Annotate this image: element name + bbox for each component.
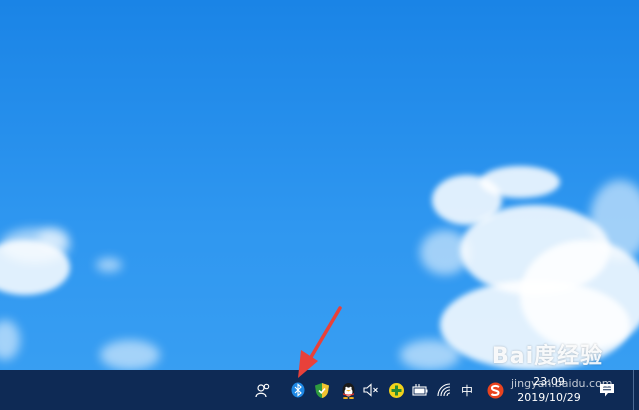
ime-label: 中 <box>460 383 473 398</box>
show-desktop-button[interactable] <box>633 370 639 410</box>
baidu-jingyan-watermark: Bai度经验 <box>492 344 604 369</box>
desktop-wallpaper <box>0 0 639 370</box>
clock-date: 2019/10/29 <box>517 391 581 404</box>
sogou-input-icon[interactable] <box>484 370 506 410</box>
baidu-jingyan-url: jingyan.baidu.com <box>511 377 613 390</box>
volume-muted-icon[interactable] <box>361 370 381 410</box>
security-shield-icon[interactable] <box>311 370 333 410</box>
network-plus-icon[interactable] <box>385 370 407 410</box>
taskbar-clock[interactable]: 23:09 2019/10/29 <box>506 370 592 410</box>
taskbar: 中 23:09 2019/10/29 <box>0 370 639 410</box>
people-icon[interactable] <box>252 370 274 410</box>
wifi-icon[interactable] <box>434 370 454 410</box>
qq-penguin-icon[interactable] <box>337 370 359 410</box>
action-center-icon[interactable] <box>596 370 618 410</box>
bluetooth-icon[interactable] <box>288 370 308 410</box>
battery-icon[interactable] <box>410 370 430 410</box>
ime-chinese-icon[interactable]: 中 <box>457 370 477 410</box>
